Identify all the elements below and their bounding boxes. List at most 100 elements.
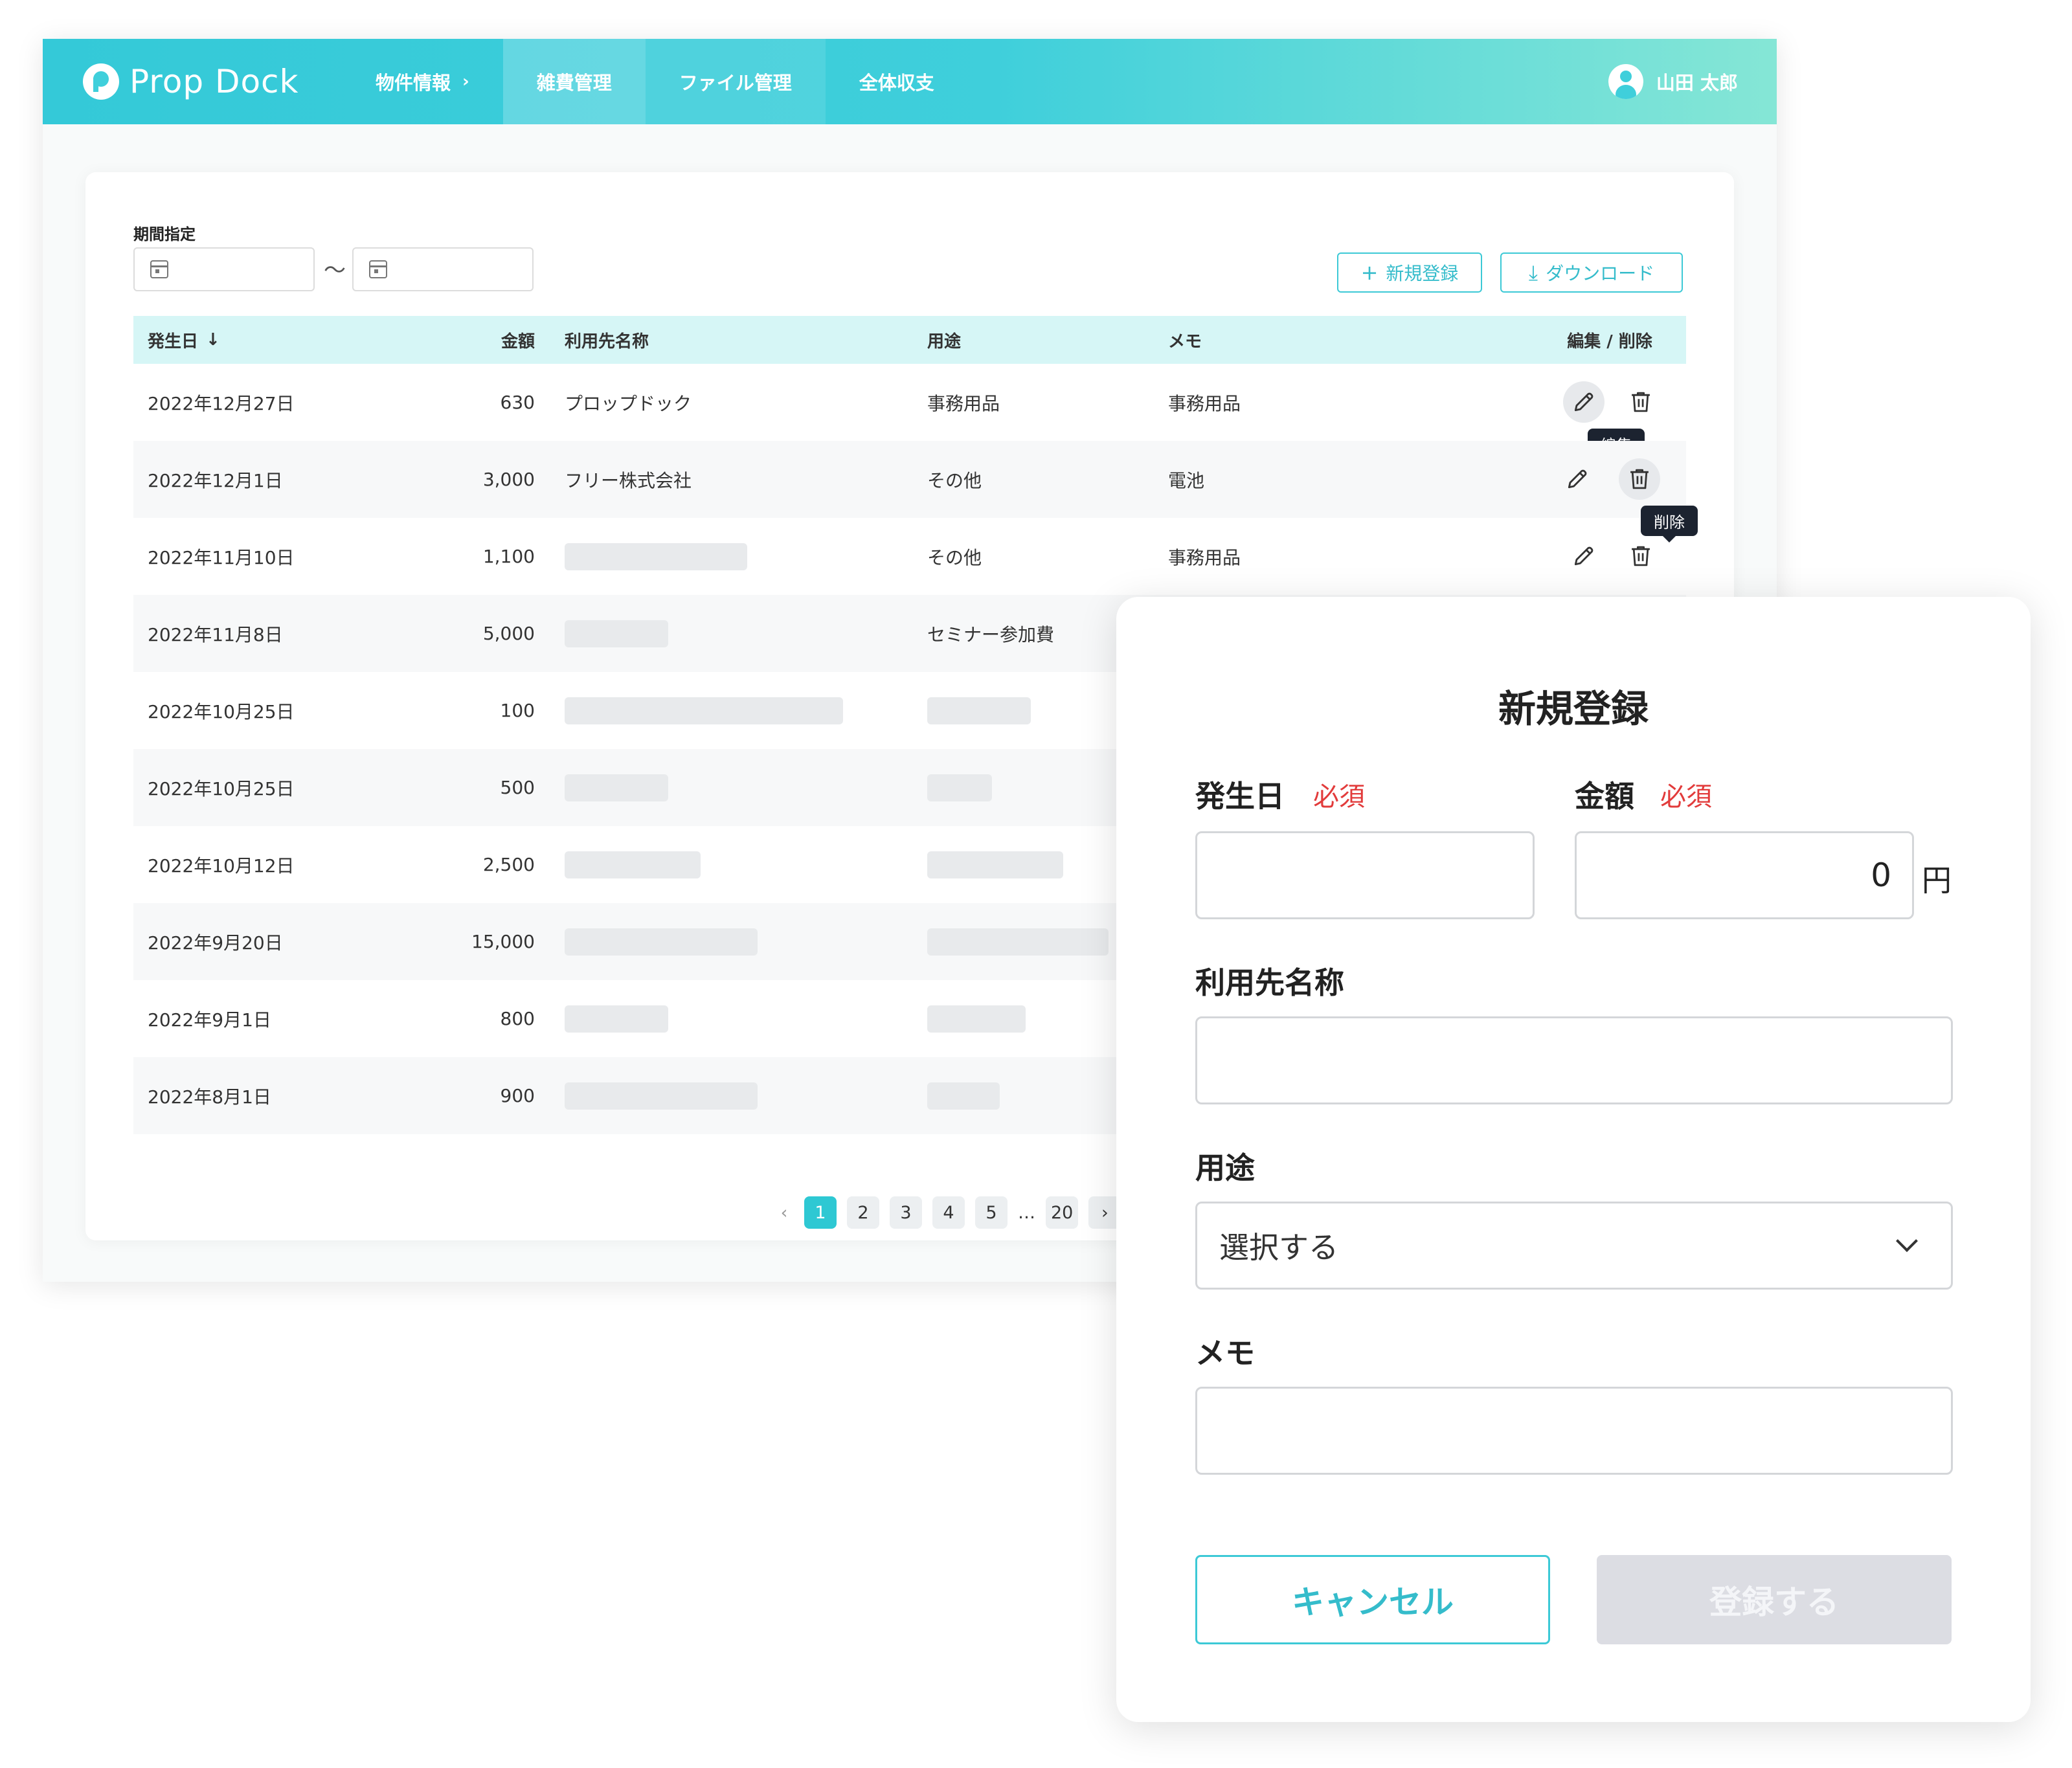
cell-name-placeholder [565, 1057, 758, 1134]
cell-date: 2022年8月1日 [148, 1086, 271, 1108]
skeleton-bar [565, 620, 668, 647]
cell-name-placeholder [565, 903, 758, 980]
column-name: 利用先名称 [565, 331, 649, 352]
skeleton-bar [927, 928, 1109, 956]
currency-unit: 円 [1922, 863, 1952, 898]
pagination-page[interactable]: 2 [847, 1196, 879, 1229]
memo-input[interactable] [1195, 1387, 1953, 1475]
nav-item-label: ファイル管理 [679, 72, 792, 94]
cell-date: 2022年12月1日 [148, 469, 283, 491]
cell-use-placeholder [927, 749, 992, 826]
cell-name: フリー株式会社 [565, 469, 692, 491]
use-select[interactable]: 選択する [1195, 1202, 1953, 1290]
column-date-label: 発生日 [148, 331, 199, 352]
cell-use: セミナー参加費 [927, 623, 1055, 645]
cell-date: 2022年10月12日 [148, 855, 295, 877]
edit-button[interactable] [1557, 458, 1598, 500]
modal-title: 新規登録 [1498, 687, 1649, 731]
edit-button[interactable] [1563, 381, 1605, 423]
column-use: 用途 [927, 331, 962, 352]
cell-date: 2022年9月1日 [148, 1009, 271, 1031]
cell-amount: 1,100 [482, 546, 535, 567]
top-header: Prop Dock 物件情報 › 雑費管理 ファイル管理 全体収支 山田 太郎 [43, 39, 1777, 124]
new-entry-button[interactable]: + 新規登録 [1337, 252, 1482, 293]
pagination-prev[interactable]: ‹ [774, 1196, 794, 1229]
cell-use: その他 [927, 469, 982, 491]
use-label: 用途 [1195, 1150, 1255, 1185]
pencil-icon [1571, 390, 1596, 414]
delete-button[interactable] [1620, 535, 1661, 577]
nav-item-label: 全体収支 [859, 72, 934, 94]
brand-logo[interactable]: Prop Dock [83, 58, 299, 105]
cell-date: 2022年12月27日 [148, 392, 295, 414]
cell-use-placeholder [927, 826, 1063, 903]
cell-name-placeholder [565, 518, 747, 595]
amount-input[interactable]: 0 [1575, 831, 1914, 919]
cell-date: 2022年11月10日 [148, 546, 295, 568]
cell-name-placeholder [565, 826, 701, 903]
delete-button[interactable] [1619, 458, 1660, 500]
calendar-icon [150, 260, 168, 278]
pagination: ‹ 1 2 3 4 5 … 20 › [774, 1196, 1131, 1229]
period-end-input[interactable] [352, 247, 534, 291]
memo-label: メモ [1195, 1336, 1255, 1371]
skeleton-bar [565, 1082, 758, 1110]
new-entry-label: 新規登録 [1386, 263, 1459, 284]
main-nav: 物件情報 › 雑費管理 ファイル管理 全体収支 [342, 39, 968, 124]
period-label: 期間指定 [133, 225, 196, 243]
submit-button[interactable]: 登録する [1597, 1555, 1952, 1644]
cell-name-placeholder [565, 595, 668, 672]
pagination-page[interactable]: 1 [804, 1196, 837, 1229]
pagination-page[interactable]: 4 [932, 1196, 965, 1229]
cell-date: 2022年9月20日 [148, 932, 283, 954]
amount-required-badge: 必須 [1660, 782, 1712, 812]
user-avatar-icon [1608, 64, 1643, 99]
skeleton-bar [565, 1005, 668, 1033]
period-start-input[interactable] [133, 247, 315, 291]
cancel-button[interactable]: キャンセル [1195, 1555, 1550, 1644]
nav-item-files[interactable]: ファイル管理 [645, 39, 826, 124]
calendar-icon [369, 260, 387, 278]
user-menu[interactable]: 山田 太郎 [1608, 62, 1738, 101]
cell-memo: 電池 [1168, 469, 1205, 491]
new-entry-modal: 新規登録 発生日 必須 金額 必須 0 円 利用先名称 用途 選択する メモ キ… [1116, 597, 2031, 1722]
nav-item-balance[interactable]: 全体収支 [826, 39, 968, 124]
cell-amount: 500 [500, 777, 535, 798]
skeleton-bar [927, 1005, 1026, 1033]
nav-item-expenses[interactable]: 雑費管理 [502, 39, 646, 124]
cell-use-placeholder [927, 1057, 1000, 1134]
pagination-page[interactable]: 20 [1046, 1196, 1079, 1229]
skeleton-bar [927, 774, 992, 801]
nav-item-property[interactable]: 物件情報 › [342, 39, 503, 124]
date-label: 発生日 [1195, 779, 1285, 814]
date-input[interactable] [1195, 831, 1535, 919]
cell-date: 2022年10月25日 [148, 778, 295, 800]
table-row: 2022年12月27日630プロップドック事務用品事務用品編集 [133, 364, 1686, 465]
skeleton-bar [565, 928, 758, 956]
name-label: 利用先名称 [1195, 965, 1344, 1000]
delete-tooltip: 削除 [1641, 506, 1698, 543]
column-actions: 編集 / 削除 [1567, 331, 1652, 352]
cell-amount: 5,000 [482, 623, 535, 644]
amount-label: 金額 [1575, 779, 1634, 814]
name-input[interactable] [1195, 1016, 1953, 1104]
pagination-ellipsis: … [1018, 1202, 1035, 1223]
pagination-page[interactable]: 3 [890, 1196, 922, 1229]
skeleton-bar [927, 697, 1031, 724]
pencil-icon [1565, 467, 1590, 491]
nav-item-label: 物件情報 [376, 72, 451, 94]
cell-use-placeholder [927, 980, 1026, 1057]
cell-date: 2022年10月25日 [148, 700, 295, 722]
download-button[interactable]: ⤓ ダウンロード [1500, 252, 1683, 293]
edit-button[interactable] [1563, 535, 1605, 577]
cell-amount: 15,000 [471, 931, 535, 952]
column-date[interactable]: 発生日 ↓ [148, 316, 220, 364]
delete-button[interactable] [1620, 381, 1661, 423]
skeleton-bar [565, 851, 701, 878]
cell-amount: 900 [500, 1085, 535, 1106]
pagination-page[interactable]: 5 [975, 1196, 1008, 1229]
cell-memo: 事務用品 [1168, 546, 1241, 568]
chevron-down-icon [1896, 1230, 1918, 1252]
skeleton-bar [565, 774, 668, 801]
table-header: 発生日 ↓ 金額 利用先名称 用途 メモ 編集 / 削除 [133, 316, 1686, 364]
